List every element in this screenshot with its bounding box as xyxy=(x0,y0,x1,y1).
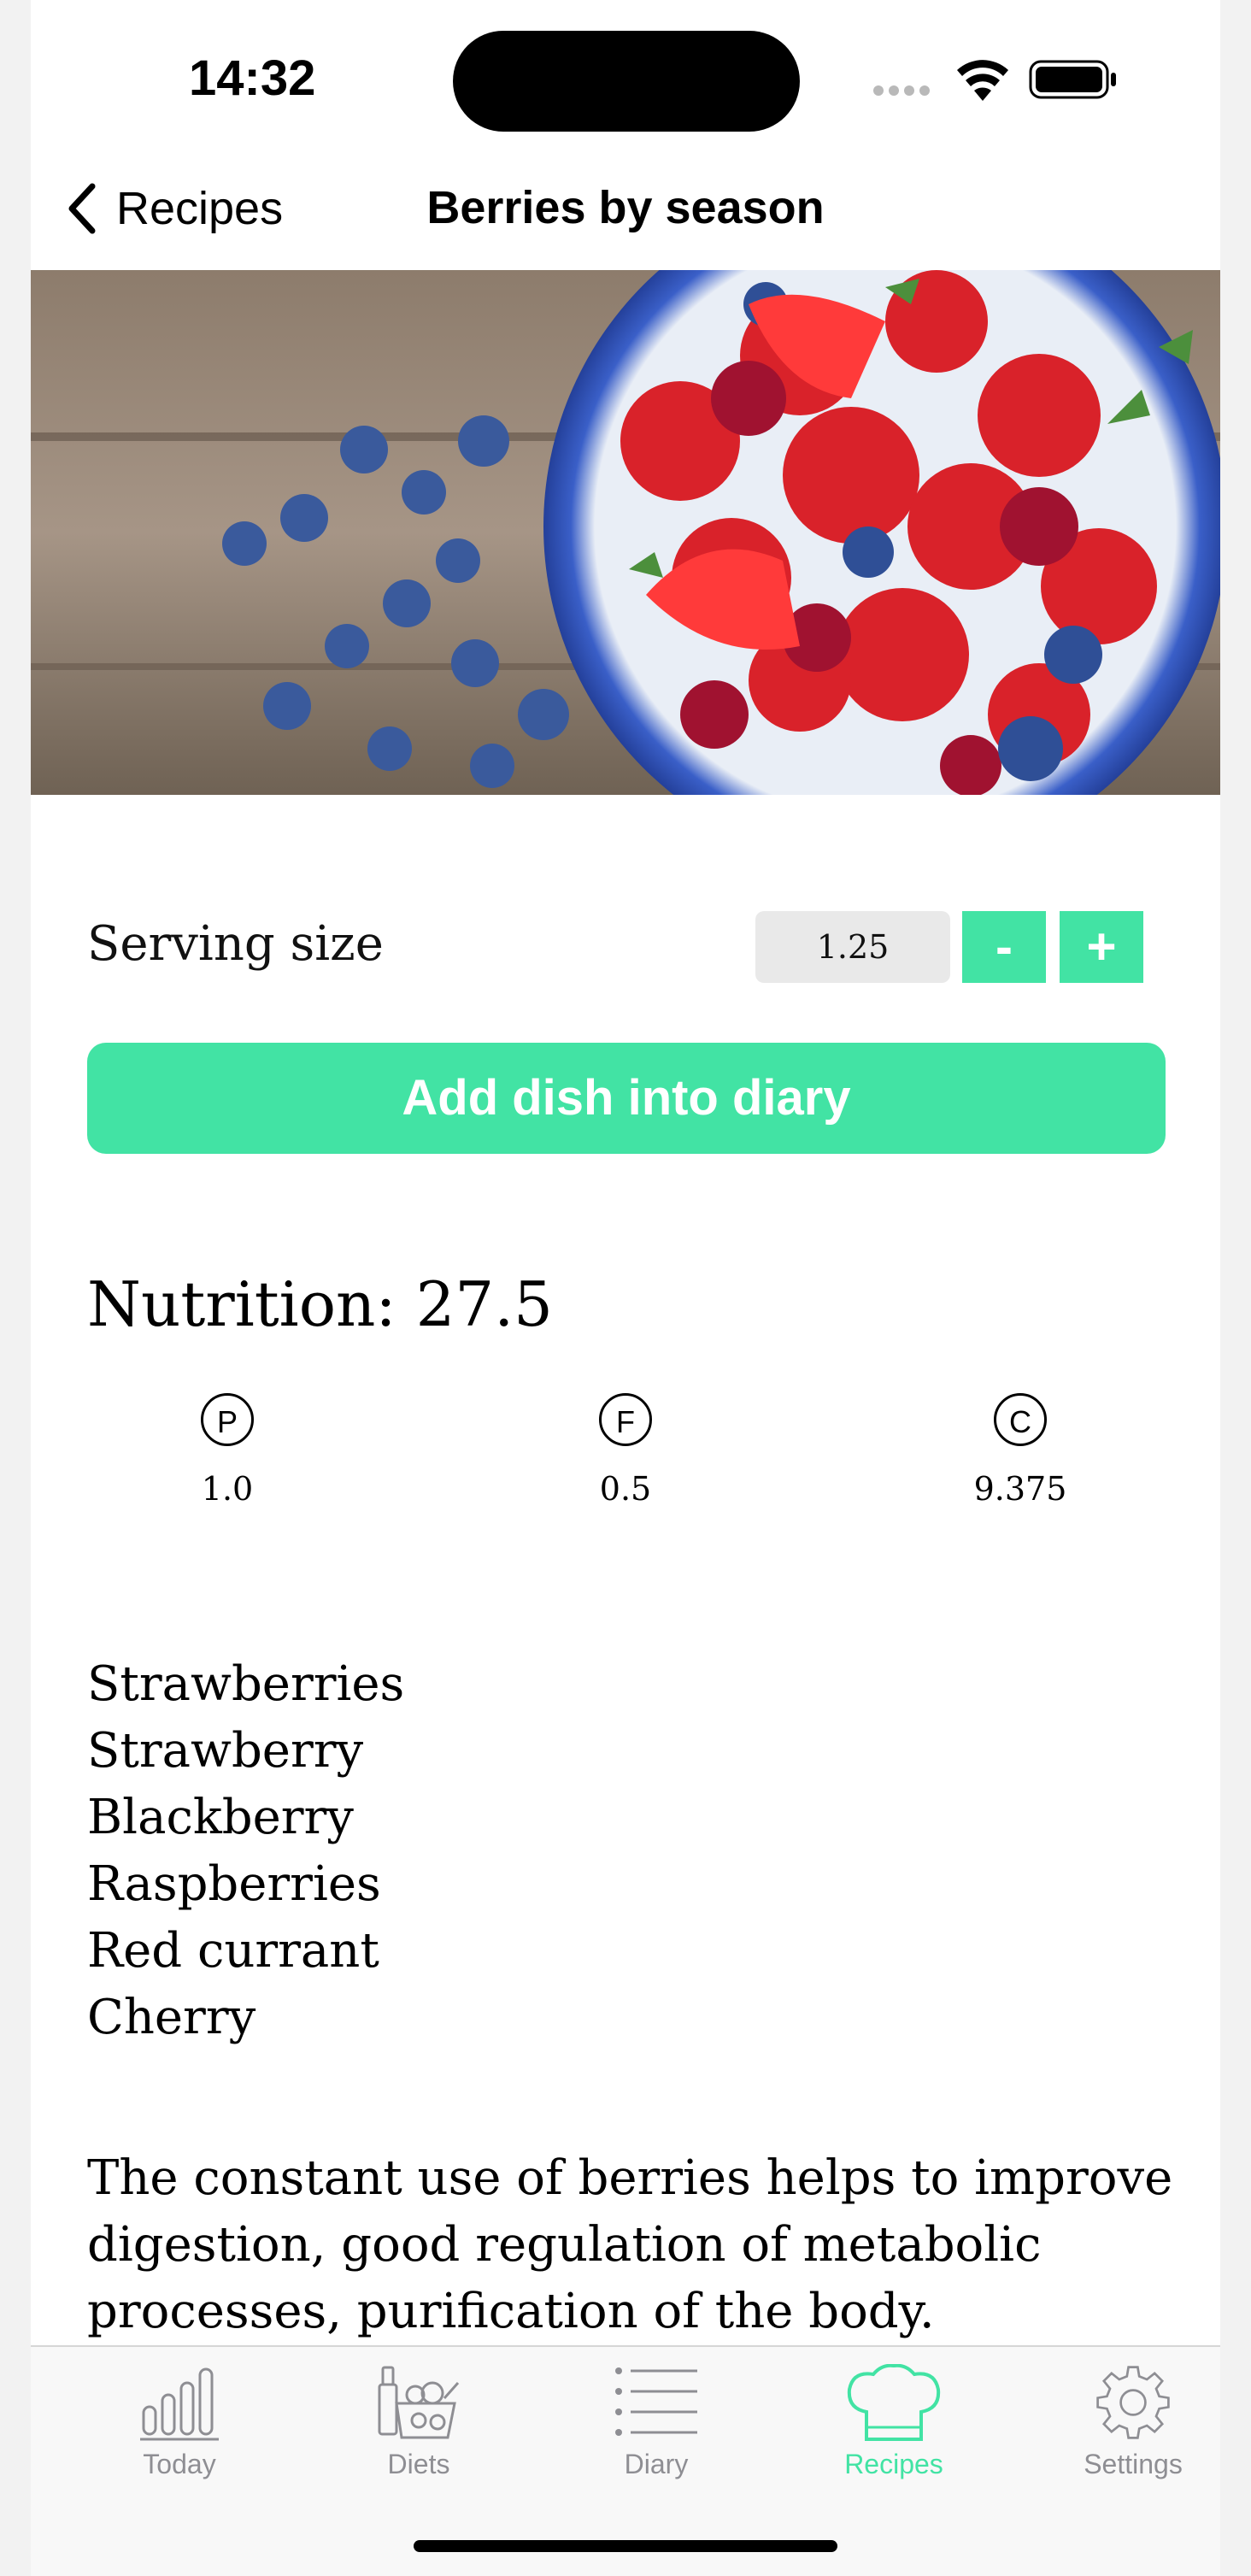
recipe-description: The constant use of berries helps to imp… xyxy=(87,2150,1173,2339)
gear-icon xyxy=(1096,2366,1170,2439)
battery-icon xyxy=(1029,60,1116,99)
list-item: Strawberries xyxy=(87,1656,405,1712)
list-item: Strawberry xyxy=(87,1723,364,1779)
phone-screen: 14:32 Recipes Berries by season Serving … xyxy=(31,0,1220,2576)
fat-column: F 0.5 xyxy=(540,1393,711,1508)
cellular-signal-icon xyxy=(873,85,930,96)
tab-settings[interactable]: Settings xyxy=(1031,2364,1220,2480)
page-title: Berries by season xyxy=(426,182,825,233)
chef-hat-icon xyxy=(847,2363,941,2441)
add-dish-button[interactable]: Add dish into diary xyxy=(87,1043,1166,1154)
tab-label: Settings xyxy=(1084,2449,1183,2479)
tab-label: Recipes xyxy=(844,2449,943,2479)
serving-size-label: Serving size xyxy=(87,916,384,972)
tab-label: Diets xyxy=(387,2449,450,2479)
home-indicator[interactable] xyxy=(414,2540,837,2552)
list-icon xyxy=(615,2367,697,2436)
carbs-column: C 9.375 xyxy=(935,1393,1106,1508)
protein-value: 1.0 xyxy=(201,1470,254,1508)
tab-diets[interactable]: Diets xyxy=(316,2364,521,2480)
tab-label: Today xyxy=(143,2449,216,2479)
fat-icon: F xyxy=(599,1393,652,1446)
tab-recipes[interactable]: Recipes xyxy=(791,2363,996,2480)
groceries-icon xyxy=(378,2366,460,2439)
fat-value: 0.5 xyxy=(599,1470,652,1508)
list-item: Blackberry xyxy=(87,1790,354,1845)
wifi-icon xyxy=(957,60,1008,101)
tab-label: Diary xyxy=(624,2449,689,2479)
list-item: Red currant xyxy=(87,1923,379,1979)
tab-today[interactable]: Today xyxy=(77,2364,282,2480)
nutrition-title: Nutrition: 27.5 xyxy=(87,1268,553,1340)
decrease-serving-button[interactable]: - xyxy=(962,911,1046,983)
bar-chart-icon xyxy=(140,2367,219,2441)
increase-serving-button[interactable]: + xyxy=(1060,911,1143,983)
status-time: 14:32 xyxy=(189,50,316,106)
list-item: Raspberries xyxy=(87,1856,381,1912)
ingredients-list: Strawberries Strawberry Blackberry Raspb… xyxy=(87,1651,404,2051)
list-item: Cherry xyxy=(87,1990,256,2045)
carbs-icon: C xyxy=(994,1393,1047,1446)
berries-bowl-image xyxy=(31,270,1220,795)
protein-icon: P xyxy=(201,1393,254,1446)
carbs-value: 9.375 xyxy=(973,1470,1067,1508)
tab-diary[interactable]: Diary xyxy=(554,2364,759,2480)
serving-size-input[interactable]: 1.25 xyxy=(755,911,950,983)
dynamic-island xyxy=(453,31,800,132)
protein-column: P 1.0 xyxy=(142,1393,313,1508)
